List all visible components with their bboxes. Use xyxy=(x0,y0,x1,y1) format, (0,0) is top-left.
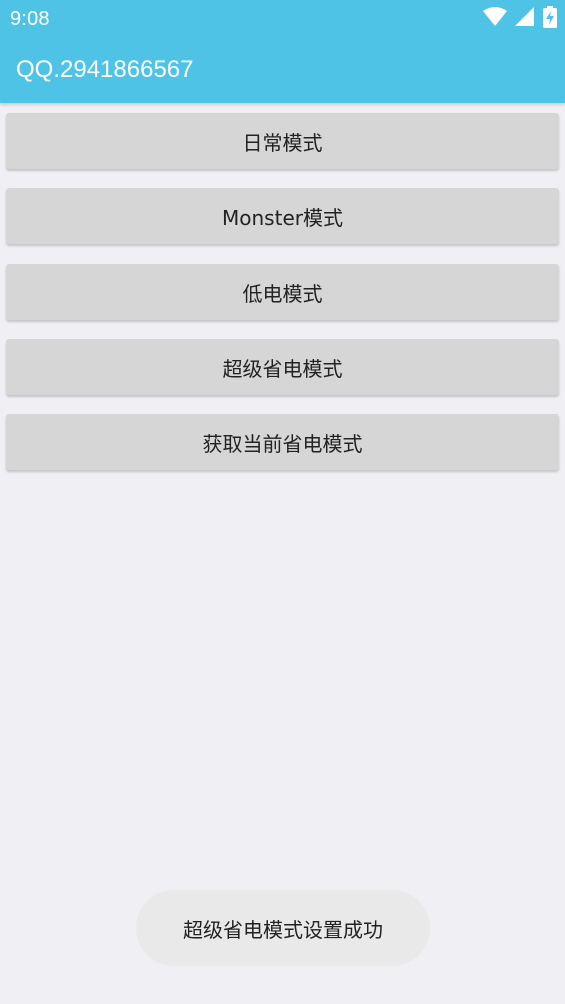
super-power-saving-mode-button[interactable]: 超级省电模式 xyxy=(6,339,559,395)
monster-mode-button[interactable]: Monster模式 xyxy=(6,188,559,244)
status-time: 9:08 xyxy=(10,8,50,30)
low-power-mode-button[interactable]: 低电模式 xyxy=(6,264,559,320)
status-bar: 9:08 xyxy=(0,0,565,38)
app-bar: QQ.2941866567 xyxy=(0,38,565,103)
battery-charging-icon xyxy=(543,6,557,32)
wifi-icon xyxy=(483,7,507,31)
signal-icon xyxy=(515,7,535,31)
get-current-power-mode-button[interactable]: 获取当前省电模式 xyxy=(6,414,559,470)
status-icons xyxy=(483,6,557,32)
daily-mode-button[interactable]: 日常模式 xyxy=(6,113,559,169)
app-title: QQ.2941866567 xyxy=(16,56,194,83)
toast-message: 超级省电模式设置成功 xyxy=(136,890,430,966)
